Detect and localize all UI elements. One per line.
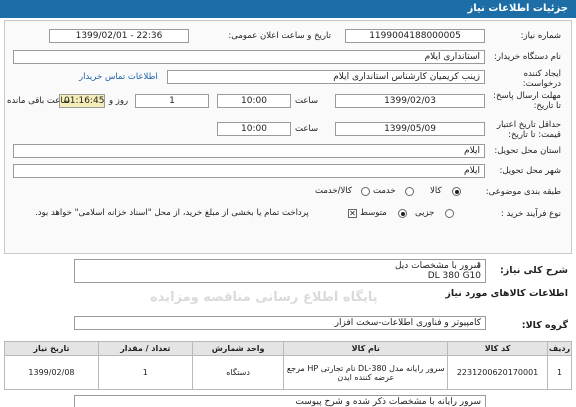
announce-label: تاریخ و ساعت اعلان عمومی: xyxy=(228,31,331,41)
payment-note: پرداخت تمام یا بخشی از مبلغ خرید، از محل… xyxy=(35,208,309,218)
creator-label-2: درخواست: xyxy=(522,79,561,89)
days-label: روز و xyxy=(109,96,129,106)
city-label: شهر محل تحویل: xyxy=(499,166,561,176)
deadline-time-field: 10:00 xyxy=(217,94,291,108)
page-title: جزئیات اطلاعات نیاز xyxy=(0,0,576,18)
announce-datetime-field: 1399/02/01 - 22:36 xyxy=(49,29,189,43)
treasury-checkbox[interactable]: ✕ xyxy=(348,209,357,218)
description-label: شرح کلی نیاز: xyxy=(499,265,568,276)
cell-need-date: 1399/02/08 xyxy=(4,355,99,390)
deadline-label-2: تا تاریخ: xyxy=(533,101,561,111)
validity-time-label: ساعت xyxy=(295,124,319,134)
buyer-contact-link[interactable]: اطلاعات تماس خریدار xyxy=(79,72,158,82)
creator-field: زینب کریمیان کارشناس استانداری ایلام xyxy=(167,70,485,84)
category-service-radio[interactable] xyxy=(405,187,414,196)
col-unit-header: واحد شمارش xyxy=(191,341,285,356)
category-both-radio[interactable] xyxy=(361,187,370,196)
col-qty-header: تعداد / مقدار xyxy=(97,341,193,356)
table-row: 1 2231200620170001 سرور رایانه مدل DL-38… xyxy=(4,355,572,390)
remaining-label: ساعت باقی مانده xyxy=(7,96,71,106)
description-line-1: سرور با مشخصات دیل xyxy=(394,261,481,271)
days-field: 1 xyxy=(135,94,209,108)
deadline-time-label: ساعت xyxy=(295,96,319,106)
validity-label: حداقل تاریخ اعتبار xyxy=(496,120,561,130)
province-field: ایلام xyxy=(13,144,485,158)
col-name-header: نام کالا xyxy=(283,341,449,356)
need-number-field: 1199004188000005 xyxy=(345,29,485,43)
description-textarea[interactable]: سرور با مشخصات دیل DL 380 G10 xyxy=(74,259,486,283)
creator-label: ایجاد کننده xyxy=(523,69,561,79)
cell-quantity: 1 xyxy=(97,355,193,390)
col-date-header: تاریخ نیاز xyxy=(4,341,99,356)
category-service-label: خدمت xyxy=(373,186,396,196)
cell-unit: دستگاه xyxy=(191,355,285,390)
city-field: ایلام xyxy=(13,164,485,178)
need-number-label: شماره نیاز: xyxy=(520,31,561,41)
validity-time-field: 10:00 xyxy=(217,122,291,136)
category-both-label: کالا/خدمت xyxy=(315,186,352,196)
process-label: نوع فرآیند خرید : xyxy=(500,209,561,219)
validity-date-field: 1399/05/09 xyxy=(335,122,485,136)
cell-goods-name: سرور رایانه مدل DL-380 نام تجارتی HP مرج… xyxy=(283,355,449,390)
cell-row-number: 1 xyxy=(547,355,572,390)
device-label: نام دستگاه خریدار: xyxy=(494,52,561,62)
cell-goods-code: 2231200620170001 xyxy=(447,355,549,390)
goods-group-field: کامپیوتر و فناوری اطلاعات-سخت افزار xyxy=(74,316,486,330)
table-header-row: ردیف کد کالا نام کالا واحد شمارش تعداد /… xyxy=(4,341,572,356)
goods-table: ردیف کد کالا نام کالا واحد شمارش تعداد /… xyxy=(4,341,572,390)
watermark-text: پایگاه اطلاع رسانی مناقصه ومزایده xyxy=(150,290,378,305)
goods-group-label: گروه کالا: xyxy=(521,320,568,331)
category-goods-label: کالا xyxy=(430,186,442,196)
process-medium-label: متوسط xyxy=(360,208,387,218)
province-label: استان محل تحویل: xyxy=(494,146,561,156)
col-row-header: ردیف xyxy=(547,341,572,356)
need-details-panel: شماره نیاز: 1199004188000005 تاریخ و ساع… xyxy=(4,20,572,254)
process-medium-radio[interactable] xyxy=(398,209,407,218)
category-label: طبقه بندی موضوعی: xyxy=(485,187,561,197)
bottom-description-field: سرور رایانه با مشخصات ذکر شده و شرح پیوس… xyxy=(74,395,486,407)
process-minor-label: جزیی xyxy=(415,208,435,218)
device-field: استانداری ایلام xyxy=(13,50,485,64)
process-minor-radio[interactable] xyxy=(445,209,454,218)
deadline-label: مهلت ارسال پاسخ: xyxy=(493,91,561,101)
col-code-header: کد کالا xyxy=(447,341,549,356)
deadline-date-field: 1399/02/03 xyxy=(335,94,485,108)
category-goods-radio[interactable] xyxy=(452,187,461,196)
scroll-arrows-icon[interactable]: ⬍ xyxy=(476,261,482,269)
validity-label-2: قیمت: تا تاریخ: xyxy=(508,130,561,140)
description-line-2: DL 380 G10 xyxy=(427,271,481,281)
goods-header: اطلاعات کالاهای مورد نیاز xyxy=(445,288,568,299)
